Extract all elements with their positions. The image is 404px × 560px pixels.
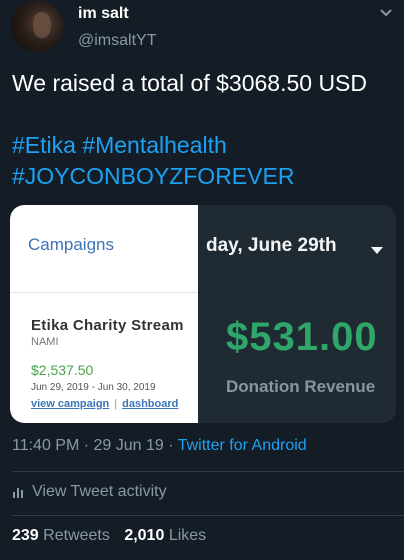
revenue-amount: $531.00 bbox=[226, 315, 378, 359]
campaign-name: Etika Charity Stream bbox=[31, 317, 184, 334]
hashtag-line[interactable]: #Etika #Mentalhealth bbox=[12, 130, 397, 161]
tweet-image[interactable]: Campaigns Etika Charity Stream NAMI $2,5… bbox=[10, 205, 396, 423]
view-campaign-link: view campaign bbox=[31, 398, 110, 410]
revenue-label: Donation Revenue bbox=[226, 377, 376, 396]
hashtag-line[interactable]: #JOYCONBOYZFOREVER bbox=[12, 161, 397, 192]
date-label: day, June 29th bbox=[206, 235, 337, 256]
campaign-dates: Jun 29, 2019 - Jun 30, 2019 bbox=[31, 382, 156, 393]
view-activity-label: View Tweet activity bbox=[32, 483, 167, 500]
retweets-count[interactable]: 239 bbox=[12, 527, 39, 544]
author-name[interactable]: im salt bbox=[78, 5, 129, 23]
campaigns-title: Campaigns bbox=[28, 235, 114, 254]
tweet-text: We raised a total of $3068.50 USD #Etika… bbox=[12, 68, 397, 192]
client-link[interactable]: Twitter for Android bbox=[178, 437, 307, 454]
view-tweet-activity[interactable]: View Tweet activity bbox=[12, 483, 167, 501]
likes-count[interactable]: 2,010 bbox=[124, 527, 164, 544]
divider bbox=[12, 471, 404, 472]
likes-label[interactable]: Likes bbox=[169, 527, 206, 544]
tweet-text-line: We raised a total of $3068.50 USD bbox=[12, 70, 368, 96]
author-handle[interactable]: @imsaltYT bbox=[78, 32, 156, 50]
tweet-header: im salt @imsaltYT bbox=[0, 0, 404, 60]
campaigns-card: Campaigns Etika Charity Stream NAMI $2,5… bbox=[10, 205, 198, 423]
campaign-links: view campaign | dashboard bbox=[31, 398, 178, 410]
campaign-amount: $2,537.50 bbox=[31, 362, 94, 378]
avatar[interactable] bbox=[11, 0, 63, 52]
dashboard-link: dashboard bbox=[122, 398, 179, 410]
tweet-timestamp: 11:40 PM · 29 Jun 19 · Twitter for Andro… bbox=[12, 437, 307, 455]
timestamp-text: 11:40 PM · 29 Jun 19 · bbox=[12, 437, 178, 454]
divider bbox=[12, 515, 404, 516]
tweet-stats: 239 Retweets 2,010 Likes bbox=[12, 527, 206, 545]
card-divider bbox=[10, 292, 198, 293]
bar-chart-icon bbox=[13, 487, 23, 498]
revenue-panel: day, June 29th $531.00 Donation Revenue bbox=[198, 205, 396, 423]
campaign-org: NAMI bbox=[31, 336, 59, 348]
link-separator: | bbox=[114, 398, 118, 410]
chevron-down-icon[interactable] bbox=[379, 6, 393, 20]
caret-down-icon bbox=[371, 247, 383, 254]
retweets-label[interactable]: Retweets bbox=[43, 527, 110, 544]
